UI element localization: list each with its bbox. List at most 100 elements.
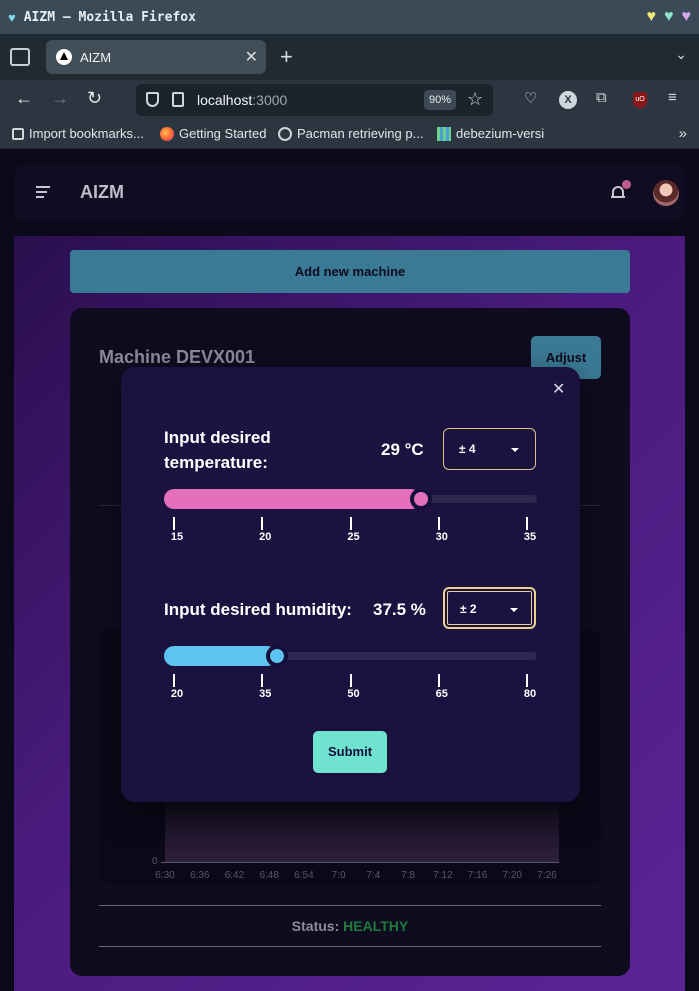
slider-tick bbox=[437, 674, 440, 687]
temperature-tolerance-select[interactable]: ± 4 bbox=[443, 428, 536, 470]
bookmark-item[interactable]: debezium-versi bbox=[437, 126, 544, 141]
slider-tick-label: 20 bbox=[170, 688, 184, 700]
favicon-icon bbox=[56, 49, 72, 65]
slider-tick bbox=[261, 517, 264, 530]
slider-tick-label: 35 bbox=[259, 688, 272, 700]
slider-tick bbox=[349, 517, 352, 530]
status-badge: HEALTHY bbox=[343, 918, 409, 934]
x-axis-tick: 6:30 bbox=[155, 870, 175, 881]
status-line: Status: HEALTHY bbox=[70, 918, 630, 934]
more-bookmarks-icon[interactable]: » bbox=[679, 125, 687, 142]
slider-tick-label: 80 bbox=[523, 688, 537, 700]
pocket-icon[interactable]: ♡ bbox=[524, 89, 537, 107]
select-value: ± 2 bbox=[460, 602, 477, 616]
grid-icon bbox=[437, 126, 451, 141]
bookmark-item[interactable]: Getting Started bbox=[160, 126, 266, 141]
back-icon[interactable]: ← bbox=[15, 88, 33, 109]
slider-tick bbox=[173, 517, 175, 530]
zoom-indicator[interactable]: 90% bbox=[424, 90, 456, 110]
bookmark-item[interactable]: Import bookmarks... bbox=[12, 126, 144, 141]
caret-down-icon bbox=[510, 608, 518, 612]
url-bar[interactable]: localhost:3000 90% ☆ bbox=[136, 84, 493, 116]
avatar[interactable] bbox=[653, 180, 679, 206]
close-icon[interactable]: ✕ bbox=[552, 379, 565, 399]
adjust-modal: ✕ Input desired temperature: 29 °C ± 4 1… bbox=[121, 367, 580, 802]
chevron-down-icon[interactable]: ⌄ bbox=[675, 46, 687, 63]
brand-title: AIZM bbox=[80, 182, 124, 202]
slider-tick-label: 65 bbox=[435, 688, 448, 700]
extensions-icon[interactable]: ⧉ bbox=[596, 89, 607, 106]
menu-icon[interactable] bbox=[36, 186, 50, 198]
slider-tick bbox=[526, 674, 528, 687]
bookmark-star-icon[interactable]: ☆ bbox=[467, 89, 483, 110]
x-axis-tick: 6:48 bbox=[259, 870, 279, 881]
forward-icon[interactable]: → bbox=[51, 88, 69, 109]
page-icon[interactable] bbox=[172, 92, 184, 107]
notification-badge bbox=[622, 180, 631, 189]
x-axis-tick: 6:42 bbox=[224, 870, 245, 881]
x-axis-tick: 7:12 bbox=[433, 870, 453, 881]
window-titlebar: ♥ AIZM — Mozilla Firefox ♥ ♥ ♥ bbox=[0, 0, 699, 34]
url-text[interactable]: localhost:3000 bbox=[197, 92, 287, 108]
divider bbox=[99, 905, 601, 906]
tab-bar: AIZM ✕ + ⌄ bbox=[0, 34, 699, 80]
bookmark-item[interactable]: Pacman retrieving p... bbox=[278, 126, 423, 141]
add-machine-button[interactable]: Add new machine bbox=[70, 250, 630, 293]
reload-icon[interactable]: ↻ bbox=[87, 88, 102, 109]
shield-icon[interactable] bbox=[146, 92, 159, 107]
temperature-slider[interactable] bbox=[164, 488, 537, 510]
temperature-slider-thumb[interactable] bbox=[410, 488, 433, 510]
tab-label: AIZM bbox=[80, 49, 112, 65]
window-title: AIZM — Mozilla Firefox bbox=[23, 9, 196, 25]
slider-tick-label: 25 bbox=[347, 531, 360, 543]
x-axis-tick: 7:20 bbox=[502, 870, 522, 881]
slider-tick-label: 30 bbox=[435, 531, 448, 543]
x-axis-tick: 6:36 bbox=[189, 870, 210, 881]
new-tab-icon[interactable]: + bbox=[280, 44, 293, 70]
humidity-slider[interactable] bbox=[164, 645, 537, 667]
slider-tick bbox=[173, 674, 175, 687]
close-heart-icon[interactable]: ♥ bbox=[682, 8, 692, 26]
select-value: ± 4 bbox=[459, 442, 476, 456]
slider-tick-label: 50 bbox=[347, 688, 360, 700]
caret-down-icon bbox=[511, 448, 519, 452]
divider bbox=[99, 946, 601, 947]
slider-tick bbox=[437, 517, 440, 530]
globe-icon bbox=[278, 126, 292, 141]
minimize-heart-icon[interactable]: ♥ bbox=[647, 8, 657, 26]
nav-bar: ← → ↻ localhost:3000 90% ☆ ♡ X ⧉ uO ≡ bbox=[0, 80, 699, 120]
maximize-heart-icon[interactable]: ♥ bbox=[664, 8, 674, 26]
slider-tick-label: 35 bbox=[523, 531, 537, 543]
slider-tick-label: 20 bbox=[259, 531, 272, 543]
slider-tick bbox=[349, 674, 352, 687]
hamburger-menu-icon[interactable]: ≡ bbox=[668, 89, 677, 106]
temperature-slider-fill bbox=[164, 489, 422, 509]
tab-aizm[interactable]: AIZM ✕ bbox=[46, 40, 266, 74]
temperature-label: Input desired temperature: bbox=[164, 428, 271, 472]
ublock-icon[interactable]: uO bbox=[633, 92, 647, 108]
x-axis-tick: 7:4 bbox=[366, 870, 381, 881]
temperature-value: 29 °C bbox=[381, 440, 424, 459]
x-axis-tick: 7:26 bbox=[537, 870, 557, 881]
humidity-label: Input desired humidity: bbox=[164, 600, 352, 619]
humidity-slider-fill bbox=[164, 646, 277, 666]
slider-tick-label: 15 bbox=[170, 531, 184, 543]
firefox-icon bbox=[160, 126, 174, 141]
tab-overview-icon[interactable] bbox=[10, 48, 30, 66]
bookmarks-bar: Import bookmarks... Getting Started Pacm… bbox=[0, 120, 699, 149]
y-axis-tick: 0 bbox=[152, 856, 158, 867]
humidity-value: 37.5 % bbox=[373, 600, 426, 619]
x-axis-tick: 7:0 bbox=[331, 870, 346, 881]
humidity-slider-thumb[interactable] bbox=[265, 645, 288, 667]
chart-baseline bbox=[161, 862, 559, 863]
x-extension-icon[interactable]: X bbox=[559, 91, 577, 109]
machine-title: Machine DEVX001 bbox=[99, 347, 256, 367]
heart-icon: ♥ bbox=[8, 9, 16, 25]
slider-tick bbox=[261, 674, 264, 687]
x-axis-tick: 7:16 bbox=[467, 870, 488, 881]
humidity-tolerance-select[interactable]: ± 2 bbox=[443, 587, 536, 629]
x-axis-tick: 7:8 bbox=[401, 870, 416, 881]
submit-button[interactable]: Submit bbox=[313, 731, 387, 773]
status-label: Status: bbox=[291, 918, 340, 934]
tab-close-icon[interactable]: ✕ bbox=[245, 47, 258, 67]
